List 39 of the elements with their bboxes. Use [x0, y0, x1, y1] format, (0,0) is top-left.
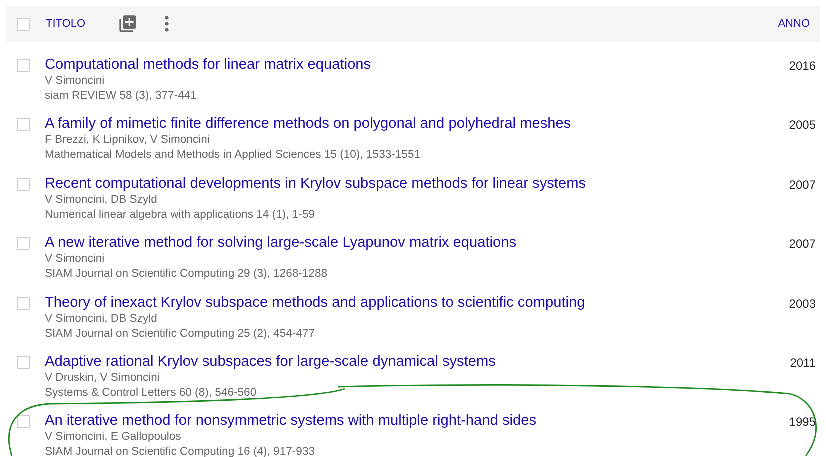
row-checkbox[interactable]	[17, 118, 30, 132]
article-title-link[interactable]: Adaptive rational Krylov subspaces for large-scale dynamical systems	[45, 352, 790, 371]
authors: V Simoncini, DB Szyld	[45, 192, 158, 208]
row-checkbox[interactable]	[17, 237, 30, 250]
row-checkbox[interactable]	[17, 356, 30, 369]
article-title-link[interactable]: An iterative method for nonsymmetric systems with multiple right-hand sides	[45, 412, 790, 430]
year: 2007	[789, 237, 816, 252]
year: 2011	[790, 356, 816, 370]
title-column-header[interactable]: TITOLO	[46, 18, 86, 30]
more-icon[interactable]	[164, 15, 170, 33]
publication-venue: SIAM Journal on Scientific Computing 29 (3), 1268-1288	[45, 267, 329, 282]
row-checkbox[interactable]	[17, 178, 30, 191]
publication-venue: SIAM Journal on Scientific Computing 25 (2), 454-477	[45, 326, 316, 342]
year: 1995	[789, 415, 816, 430]
authors: V Simoncini	[45, 74, 106, 89]
select-all-checkbox[interactable]	[17, 18, 30, 30]
year: 2003	[789, 296, 816, 311]
article-title-link[interactable]: Recent computational developments in Krylov subspace methods for linear systems	[45, 174, 790, 193]
publication-venue: Mathematical Models and Methods in Applied Sciences 15 (10), 1533-1551	[45, 148, 422, 164]
year: 2007	[789, 178, 816, 192]
article-title-link[interactable]: A new iterative method for solving large-scale Lyapunov matrix equations	[45, 234, 790, 252]
article-title-link[interactable]: A family of mimetic finite difference methods on polygonal and polyhedral meshes	[45, 115, 790, 134]
authors: V Simoncini, E Gallopoulos	[45, 430, 182, 446]
row-checkbox[interactable]	[17, 296, 30, 310]
row-checkbox[interactable]	[17, 59, 30, 72]
article-title-link[interactable]: Computational methods for linear matrix equations	[45, 56, 790, 74]
authors: F Brezzi, K Lipnikov, V Simoncini	[45, 133, 211, 148]
year: 2005	[789, 118, 816, 132]
authors: V Simoncini, DB Szyld	[45, 312, 158, 327]
add-icon[interactable]	[118, 14, 138, 34]
publication-venue: siam REVIEW 58 (3), 377-441	[45, 89, 198, 104]
row-checkbox[interactable]	[17, 415, 30, 428]
year-column-header[interactable]: ANNO	[778, 18, 810, 30]
authors: V Simoncini	[45, 252, 106, 268]
article-title-link[interactable]: Theory of inexact Krylov subspace methods and applications to scientific computing	[45, 294, 790, 312]
authors: V Druskin, V Simoncini	[45, 370, 161, 386]
publication-venue: Systems & Control Letters 60 (8), 546-560	[45, 386, 258, 401]
year: 2016	[789, 59, 816, 73]
publication-venue: Numerical linear algebra with applications 14 (1), 1-59	[45, 208, 316, 223]
